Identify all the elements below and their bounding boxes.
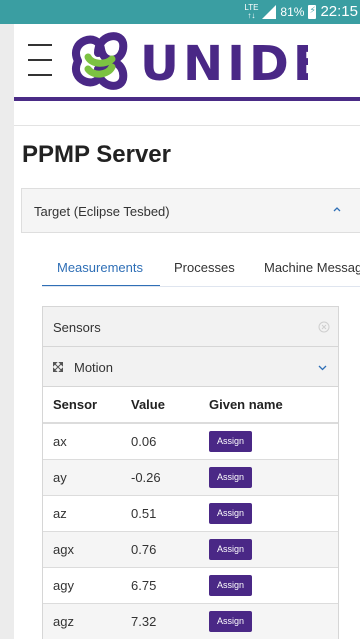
main-content: PPMP Server Target (Eclipse Tesbed) Meas… [14, 125, 360, 639]
battery-percent: 81% [280, 4, 305, 19]
network-type: LTE ↑↓ [244, 2, 259, 20]
tab-processes[interactable]: Processes [174, 260, 235, 275]
column-header-given-name: Given name [209, 387, 338, 424]
column-header-sensor: Sensor [43, 387, 131, 424]
table-row: agx 0.76 Assign [43, 531, 338, 568]
sensors-panel-header: Sensors [43, 307, 338, 347]
sensor-id: agx [43, 531, 131, 568]
assign-button[interactable]: Assign [209, 466, 253, 488]
assign-button[interactable]: Assign [209, 430, 253, 452]
tab-bar: Measurements Processes Machine Messages [42, 256, 360, 287]
drawer-edge [0, 24, 14, 639]
expand-arrows-icon [53, 362, 63, 372]
sensors-panel: Sensors Motion Sensor Value Given name a… [42, 306, 339, 639]
table-row: agz 7.32 Assign [43, 603, 338, 639]
battery-charging-icon [308, 4, 317, 19]
motion-label: Motion [74, 360, 114, 375]
sensor-value: 6.75 [131, 567, 209, 604]
target-card-header[interactable]: Target (Eclipse Tesbed) [21, 188, 360, 233]
column-header-value: Value [131, 387, 209, 424]
clock: 22:15 [320, 3, 358, 20]
table-row: az 0.51 Assign [43, 495, 338, 532]
status-bar: LTE↑↓ 81% 22:15 [0, 0, 360, 24]
assign-button[interactable]: Assign [209, 574, 253, 596]
sensor-value: -0.26 [131, 459, 209, 496]
table-header-row: Sensor Value Given name [43, 387, 338, 424]
status-icons: LTE↑↓ 81% 22:15 [244, 3, 358, 20]
assign-button[interactable]: Assign [209, 538, 253, 560]
sensor-id: agz [43, 603, 131, 639]
given-name-cell: Assign [209, 567, 338, 604]
table-row: ay -0.26 Assign [43, 459, 338, 496]
given-name-cell: Assign [209, 459, 338, 496]
unide-logo: UNIDE [72, 32, 308, 91]
sensor-id: az [43, 495, 131, 532]
svg-text:UNIDE: UNIDE [140, 36, 308, 91]
close-circle-icon[interactable] [318, 321, 330, 333]
sensors-label: Sensors [53, 320, 101, 335]
sensor-table: Sensor Value Given name ax 0.06 Assign a… [43, 387, 338, 639]
given-name-cell: Assign [209, 531, 338, 568]
given-name-cell: Assign [209, 603, 338, 639]
sensor-id: ay [43, 459, 131, 496]
given-name-cell: Assign [209, 423, 338, 460]
sensor-value: 7.32 [131, 603, 209, 639]
table-row: agy 6.75 Assign [43, 567, 338, 604]
sensor-id: ax [43, 423, 131, 460]
assign-button[interactable]: Assign [209, 610, 253, 632]
chevron-up-icon[interactable] [331, 203, 343, 215]
sensor-id: agy [43, 567, 131, 604]
table-row: ax 0.06 Assign [43, 423, 338, 460]
page-title: PPMP Server [22, 141, 171, 168]
app-header: UNIDE [14, 24, 360, 101]
signal-icon [262, 4, 277, 19]
chevron-down-icon[interactable] [317, 362, 328, 373]
sensor-value: 0.06 [131, 423, 209, 460]
sensor-value: 0.51 [131, 495, 209, 532]
motion-group-header[interactable]: Motion [43, 347, 338, 387]
tab-machine-messages[interactable]: Machine Messages [264, 260, 360, 275]
assign-button[interactable]: Assign [209, 502, 253, 524]
menu-icon[interactable] [28, 44, 52, 76]
given-name-cell: Assign [209, 495, 338, 532]
active-tab-indicator [42, 285, 160, 286]
sensor-value: 0.76 [131, 531, 209, 568]
target-card-title: Target (Eclipse Tesbed) [34, 204, 170, 219]
tab-measurements[interactable]: Measurements [57, 260, 143, 275]
